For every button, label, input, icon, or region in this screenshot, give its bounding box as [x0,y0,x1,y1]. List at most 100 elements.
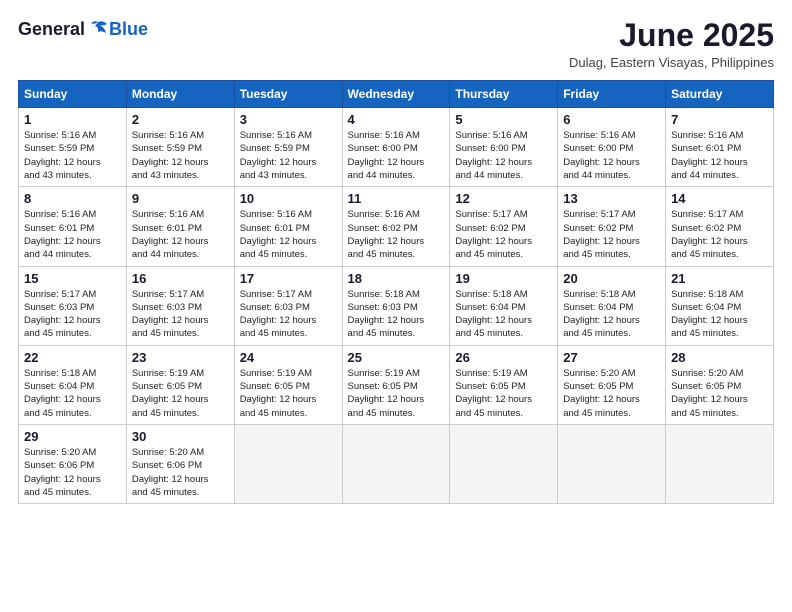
day-detail: Sunrise: 5:16 AMSunset: 6:01 PMDaylight:… [240,208,337,261]
calendar-cell: 21 Sunrise: 5:18 AMSunset: 6:04 PMDaylig… [666,266,774,345]
calendar-cell [558,424,666,503]
day-detail: Sunrise: 5:20 AMSunset: 6:06 PMDaylight:… [24,446,121,499]
day-detail: Sunrise: 5:17 AMSunset: 6:03 PMDaylight:… [24,288,121,341]
day-number: 13 [563,191,660,206]
day-detail: Sunrise: 5:20 AMSunset: 6:06 PMDaylight:… [132,446,229,499]
day-number: 26 [455,350,552,365]
day-number: 4 [348,112,445,127]
calendar-cell: 20 Sunrise: 5:18 AMSunset: 6:04 PMDaylig… [558,266,666,345]
day-detail: Sunrise: 5:18 AMSunset: 6:04 PMDaylight:… [563,288,660,341]
day-detail: Sunrise: 5:17 AMSunset: 6:02 PMDaylight:… [563,208,660,261]
col-wednesday: Wednesday [342,81,450,108]
day-detail: Sunrise: 5:19 AMSunset: 6:05 PMDaylight:… [240,367,337,420]
day-detail: Sunrise: 5:17 AMSunset: 6:03 PMDaylight:… [132,288,229,341]
calendar-cell: 24 Sunrise: 5:19 AMSunset: 6:05 PMDaylig… [234,345,342,424]
calendar-cell: 26 Sunrise: 5:19 AMSunset: 6:05 PMDaylig… [450,345,558,424]
day-detail: Sunrise: 5:16 AMSunset: 6:00 PMDaylight:… [348,129,445,182]
day-number: 27 [563,350,660,365]
day-number: 5 [455,112,552,127]
calendar-cell: 30 Sunrise: 5:20 AMSunset: 6:06 PMDaylig… [126,424,234,503]
day-detail: Sunrise: 5:18 AMSunset: 6:04 PMDaylight:… [24,367,121,420]
day-detail: Sunrise: 5:19 AMSunset: 6:05 PMDaylight:… [455,367,552,420]
day-detail: Sunrise: 5:16 AMSunset: 5:59 PMDaylight:… [132,129,229,182]
calendar-cell: 10 Sunrise: 5:16 AMSunset: 6:01 PMDaylig… [234,187,342,266]
day-number: 28 [671,350,768,365]
day-detail: Sunrise: 5:18 AMSunset: 6:04 PMDaylight:… [671,288,768,341]
col-saturday: Saturday [666,81,774,108]
logo-blue-text: Blue [109,19,148,40]
calendar-cell: 22 Sunrise: 5:18 AMSunset: 6:04 PMDaylig… [19,345,127,424]
logo-bird-icon [87,18,109,40]
day-number: 14 [671,191,768,206]
calendar-week-row: 1 Sunrise: 5:16 AMSunset: 5:59 PMDayligh… [19,108,774,187]
day-number: 8 [24,191,121,206]
weekday-header-row: Sunday Monday Tuesday Wednesday Thursday… [19,81,774,108]
calendar-cell [342,424,450,503]
calendar-cell: 15 Sunrise: 5:17 AMSunset: 6:03 PMDaylig… [19,266,127,345]
day-number: 7 [671,112,768,127]
calendar-cell: 25 Sunrise: 5:19 AMSunset: 6:05 PMDaylig… [342,345,450,424]
logo: General Blue [18,18,148,40]
calendar-cell: 1 Sunrise: 5:16 AMSunset: 5:59 PMDayligh… [19,108,127,187]
calendar-cell: 2 Sunrise: 5:16 AMSunset: 5:59 PMDayligh… [126,108,234,187]
day-detail: Sunrise: 5:19 AMSunset: 6:05 PMDaylight:… [348,367,445,420]
day-detail: Sunrise: 5:16 AMSunset: 6:00 PMDaylight:… [455,129,552,182]
day-number: 16 [132,271,229,286]
day-detail: Sunrise: 5:17 AMSunset: 6:03 PMDaylight:… [240,288,337,341]
day-detail: Sunrise: 5:17 AMSunset: 6:02 PMDaylight:… [455,208,552,261]
calendar-cell [666,424,774,503]
day-number: 25 [348,350,445,365]
day-number: 29 [24,429,121,444]
day-detail: Sunrise: 5:16 AMSunset: 6:01 PMDaylight:… [132,208,229,261]
day-detail: Sunrise: 5:16 AMSunset: 6:00 PMDaylight:… [563,129,660,182]
calendar-cell: 6 Sunrise: 5:16 AMSunset: 6:00 PMDayligh… [558,108,666,187]
day-detail: Sunrise: 5:20 AMSunset: 6:05 PMDaylight:… [671,367,768,420]
col-tuesday: Tuesday [234,81,342,108]
day-detail: Sunrise: 5:16 AMSunset: 6:01 PMDaylight:… [671,129,768,182]
col-monday: Monday [126,81,234,108]
day-detail: Sunrise: 5:17 AMSunset: 6:02 PMDaylight:… [671,208,768,261]
day-number: 6 [563,112,660,127]
day-detail: Sunrise: 5:18 AMSunset: 6:03 PMDaylight:… [348,288,445,341]
location: Dulag, Eastern Visayas, Philippines [569,55,774,70]
day-number: 10 [240,191,337,206]
logo-general-text: General [18,19,85,40]
calendar-cell: 5 Sunrise: 5:16 AMSunset: 6:00 PMDayligh… [450,108,558,187]
day-number: 20 [563,271,660,286]
calendar-cell: 17 Sunrise: 5:17 AMSunset: 6:03 PMDaylig… [234,266,342,345]
page: General Blue June 2025 Dulag, Eastern Vi… [0,0,792,612]
day-detail: Sunrise: 5:16 AMSunset: 5:59 PMDaylight:… [24,129,121,182]
day-number: 1 [24,112,121,127]
col-sunday: Sunday [19,81,127,108]
calendar-cell: 3 Sunrise: 5:16 AMSunset: 5:59 PMDayligh… [234,108,342,187]
calendar-table: Sunday Monday Tuesday Wednesday Thursday… [18,80,774,504]
calendar-cell: 16 Sunrise: 5:17 AMSunset: 6:03 PMDaylig… [126,266,234,345]
day-detail: Sunrise: 5:19 AMSunset: 6:05 PMDaylight:… [132,367,229,420]
calendar-cell: 27 Sunrise: 5:20 AMSunset: 6:05 PMDaylig… [558,345,666,424]
calendar-cell [234,424,342,503]
calendar-cell: 14 Sunrise: 5:17 AMSunset: 6:02 PMDaylig… [666,187,774,266]
day-detail: Sunrise: 5:20 AMSunset: 6:05 PMDaylight:… [563,367,660,420]
day-detail: Sunrise: 5:16 AMSunset: 6:01 PMDaylight:… [24,208,121,261]
header-right: June 2025 Dulag, Eastern Visayas, Philip… [569,18,774,70]
day-number: 24 [240,350,337,365]
calendar-week-row: 22 Sunrise: 5:18 AMSunset: 6:04 PMDaylig… [19,345,774,424]
calendar-week-row: 29 Sunrise: 5:20 AMSunset: 6:06 PMDaylig… [19,424,774,503]
header: General Blue June 2025 Dulag, Eastern Vi… [18,18,774,70]
month-title: June 2025 [569,18,774,53]
calendar-cell: 7 Sunrise: 5:16 AMSunset: 6:01 PMDayligh… [666,108,774,187]
calendar-cell: 4 Sunrise: 5:16 AMSunset: 6:00 PMDayligh… [342,108,450,187]
col-friday: Friday [558,81,666,108]
day-number: 3 [240,112,337,127]
calendar-cell: 23 Sunrise: 5:19 AMSunset: 6:05 PMDaylig… [126,345,234,424]
calendar-week-row: 15 Sunrise: 5:17 AMSunset: 6:03 PMDaylig… [19,266,774,345]
day-number: 18 [348,271,445,286]
calendar-cell: 18 Sunrise: 5:18 AMSunset: 6:03 PMDaylig… [342,266,450,345]
col-thursday: Thursday [450,81,558,108]
day-number: 15 [24,271,121,286]
calendar-cell [450,424,558,503]
calendar-cell: 29 Sunrise: 5:20 AMSunset: 6:06 PMDaylig… [19,424,127,503]
calendar-cell: 11 Sunrise: 5:16 AMSunset: 6:02 PMDaylig… [342,187,450,266]
calendar-cell: 19 Sunrise: 5:18 AMSunset: 6:04 PMDaylig… [450,266,558,345]
day-number: 22 [24,350,121,365]
